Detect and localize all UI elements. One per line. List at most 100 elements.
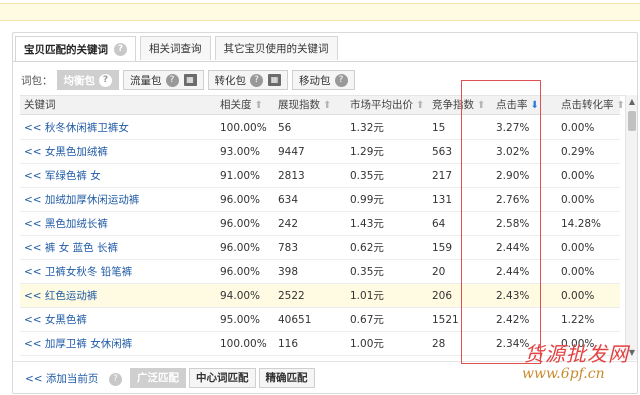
impressions-cell: 634 [278, 194, 299, 206]
sort-up-icon[interactable]: ⬆ [416, 100, 424, 111]
package-label-text: 移动包 [299, 74, 331, 87]
tab-matched-keywords[interactable]: 宝贝匹配的关键词 ? [15, 36, 136, 62]
col-impressions[interactable]: 展现指数 ⬆ [278, 96, 331, 115]
ctr-cell: 2.76% [496, 194, 530, 206]
table-row: << 军绿色裤 女 91.00% 2813 0.35元 217 2.90% 0.00% [20, 164, 620, 188]
watermark-url: www.6pf.cn [522, 366, 605, 382]
notice-bar [0, 3, 640, 21]
avg-bid-cell: 0.35元 [350, 170, 384, 182]
table-row: << 秋冬休闲裤卫裤女 100.00% 56 1.32元 15 3.27% 0.00% [20, 116, 620, 140]
keyword-cell[interactable]: << 黑色加绒长裤 [24, 212, 108, 236]
broad-match-button[interactable]: 广泛匹配 [130, 368, 186, 388]
col-cvr[interactable]: 点击转化率 ⬆ [561, 96, 625, 115]
scroll-thumb[interactable] [628, 111, 636, 131]
cvr-cell: 14.28% [561, 218, 602, 230]
impressions-cell: 116 [278, 338, 299, 350]
relevance-cell: 91.00% [220, 170, 261, 182]
help-icon[interactable]: ? [99, 73, 112, 87]
keyword-cell[interactable]: << 秋冬休闲裤卫裤女 [24, 116, 129, 140]
table-scrollbar[interactable]: ▲ ▼ [625, 95, 637, 360]
help-icon[interactable]: ? [165, 73, 179, 87]
competition-cell: 20 [432, 266, 446, 278]
package-label: 词包： [21, 74, 53, 87]
keyword-cell[interactable]: << 加绒加厚休闲运动裤 [24, 188, 139, 212]
impressions-cell: 40651 [278, 314, 312, 326]
tab-label: 宝贝匹配的关键词 [24, 43, 108, 56]
package-label-text: 转化包 [214, 74, 247, 87]
col-competition[interactable]: 竞争指数 ⬆ [432, 96, 485, 115]
impressions-cell: 2522 [278, 290, 305, 302]
tab-related-query[interactable]: 相关词查询 [140, 36, 211, 60]
keyword-cell[interactable]: << 红色运动裤 [24, 284, 97, 308]
help-icon[interactable]: ? [109, 373, 122, 386]
competition-cell: 64 [432, 218, 446, 230]
table-row: << 裤 女 蓝色 长裤 96.00% 783 0.62元 159 2.44% 0.00% [20, 236, 620, 260]
tab-divider [13, 61, 637, 62]
col-relevance[interactable]: 相关度 ⬆ [220, 96, 263, 115]
competition-cell: 131 [432, 194, 453, 206]
competition-cell: 159 [432, 242, 453, 254]
avg-bid-cell: 0.99元 [350, 194, 384, 206]
keyword-cell[interactable]: << 裤 女 蓝色 长裤 [24, 236, 118, 260]
sort-up-icon[interactable]: ⬆ [255, 100, 263, 111]
phrase-match-button[interactable]: 中心词匹配 [189, 368, 256, 388]
ctr-cell: 2.42% [496, 314, 530, 326]
table-icon[interactable]: ▦ [183, 74, 197, 86]
cvr-cell: 1.22% [561, 314, 595, 326]
sort-down-icon[interactable]: ⬇ [531, 100, 539, 111]
impressions-cell: 9447 [278, 146, 305, 158]
keyword-cell[interactable]: << 加厚卫裤 女休闲裤 [24, 332, 132, 356]
sort-up-icon[interactable]: ⬆ [617, 100, 625, 111]
relevance-cell: 95.00% [220, 314, 261, 326]
package-mobile-button[interactable]: 移动包 ? [292, 70, 355, 90]
cvr-cell: 0.00% [561, 242, 595, 254]
package-label-text: 流量包 [130, 74, 162, 87]
relevance-cell: 96.00% [220, 218, 261, 230]
competition-cell: 15 [432, 122, 446, 134]
cvr-cell: 0.00% [561, 194, 595, 206]
add-current-page-link[interactable]: << 添加当前页 [25, 371, 98, 386]
table-body: << 秋冬休闲裤卫裤女 100.00% 56 1.32元 15 3.27% 0.00% << … [20, 116, 620, 356]
scroll-up-icon[interactable]: ▲ [626, 97, 638, 107]
cvr-cell: 0.00% [561, 170, 595, 182]
competition-cell: 206 [432, 290, 453, 302]
avg-bid-cell: 1.29元 [350, 146, 384, 158]
tab-other-item-keywords[interactable]: 其它宝贝使用的关键词 [214, 36, 338, 60]
relevance-cell: 96.00% [220, 242, 261, 254]
tab-label: 其它宝贝使用的关键词 [223, 42, 329, 55]
cvr-cell: 0.00% [561, 290, 595, 302]
sort-up-icon[interactable]: ⬆ [323, 100, 331, 111]
help-icon[interactable]: ? [114, 43, 127, 56]
ctr-cell: 3.27% [496, 122, 530, 134]
col-avg-bid[interactable]: 市场平均出价 ⬆ [350, 96, 424, 115]
table-row: << 加绒加厚休闲运动裤 96.00% 634 0.99元 131 2.76% 0.00% [20, 188, 620, 212]
impressions-cell: 56 [278, 122, 292, 134]
package-balanced-button[interactable]: 均衡包 ? [56, 70, 119, 90]
col-ctr[interactable]: 点击率 ⬇ [496, 96, 539, 115]
ctr-cell: 2.44% [496, 242, 530, 254]
ctr-cell: 3.02% [496, 146, 530, 158]
keyword-cell[interactable]: << 卫裤女秋冬 铅笔裤 [24, 260, 132, 284]
relevance-cell: 94.00% [220, 290, 261, 302]
package-conversion-button[interactable]: 转化包 ? ▦ [207, 70, 288, 90]
help-icon[interactable]: ? [334, 73, 348, 87]
keyword-cell[interactable]: << 军绿色裤 女 [24, 164, 101, 188]
tab-bar: 宝贝匹配的关键词 ? 相关词查询 其它宝贝使用的关键词 [15, 36, 342, 62]
avg-bid-cell: 0.62元 [350, 242, 384, 254]
cvr-cell: 0.00% [561, 122, 595, 134]
sort-up-icon[interactable]: ⬆ [477, 100, 485, 111]
watermark-title: 货源批发网 [524, 342, 629, 366]
table-icon[interactable]: ▦ [268, 74, 281, 86]
help-icon[interactable]: ? [250, 73, 263, 87]
keyword-cell[interactable]: << 女黑色裤 [24, 308, 87, 332]
impressions-cell: 398 [278, 266, 299, 278]
package-traffic-button[interactable]: 流量包 ? ▦ [123, 70, 204, 90]
relevance-cell: 96.00% [220, 194, 261, 206]
table-row: << 红色运动裤 94.00% 2522 1.01元 206 2.43% 0.00% [20, 284, 620, 308]
ctr-cell: 2.44% [496, 266, 530, 278]
keyword-cell[interactable]: << 女黑色加绒裤 [24, 140, 108, 164]
exact-match-button[interactable]: 精确匹配 [258, 368, 315, 388]
watermark: 货源批发网 www.6pf.cn [522, 338, 637, 390]
col-keyword: 关键词 [24, 99, 56, 111]
impressions-cell: 242 [278, 218, 299, 230]
